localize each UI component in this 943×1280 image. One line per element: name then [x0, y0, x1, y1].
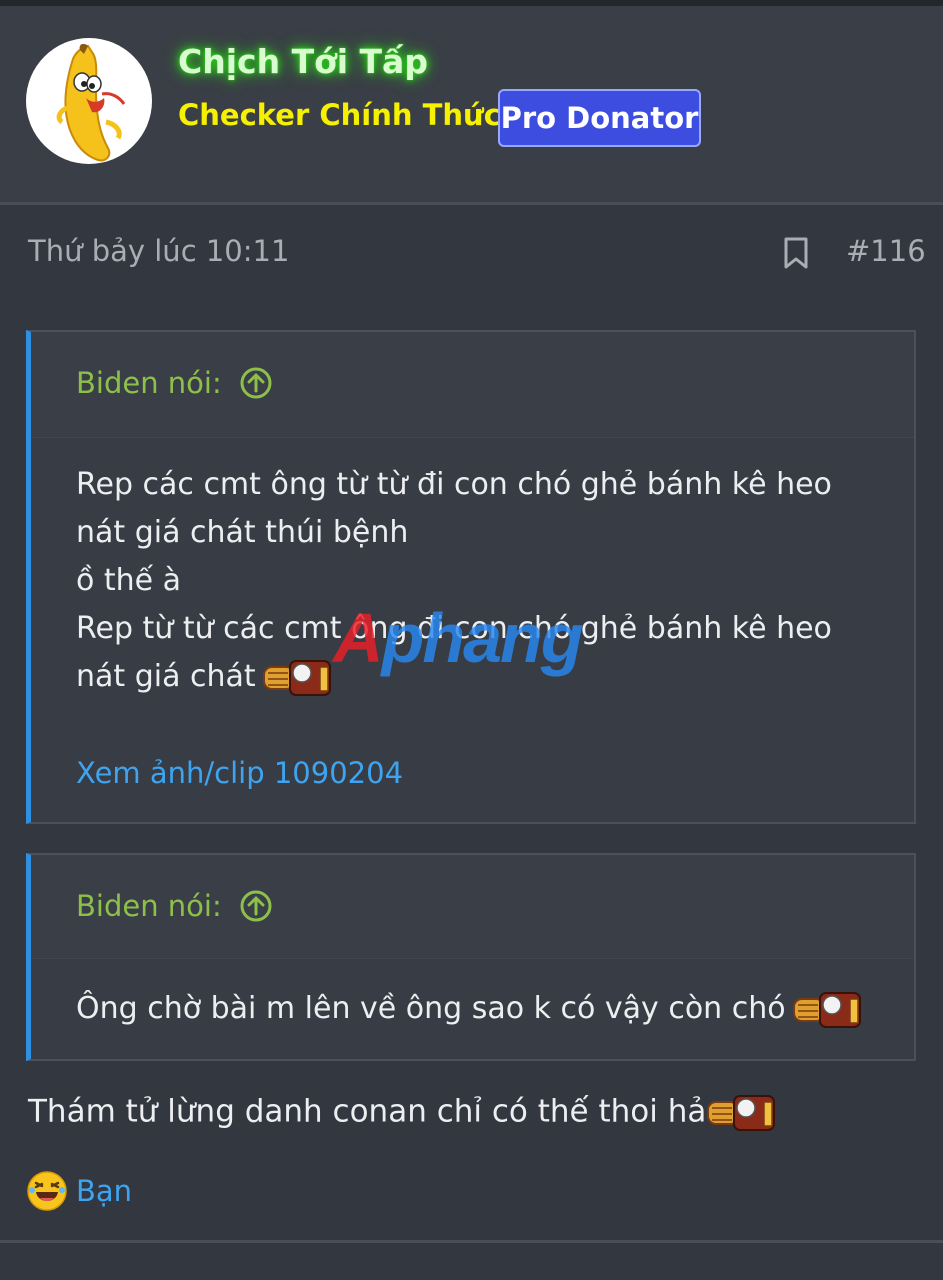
post-number[interactable]: #116	[846, 234, 926, 268]
quote-header: Biden nói:	[31, 332, 914, 438]
arrow-up-circle-icon[interactable]	[239, 889, 273, 923]
arrow-up-circle-icon[interactable]	[239, 366, 273, 400]
user-title: Checker Chính Thức	[178, 98, 501, 132]
post-text: Thám tử lừng danh conan chỉ có thế thoi …	[28, 1093, 707, 1130]
quote-author[interactable]: Biden nói:	[76, 366, 222, 400]
post-divider	[0, 1240, 943, 1243]
quote-header: Biden nói:	[31, 855, 914, 959]
reaction-summary[interactable]: Bạn	[26, 1168, 132, 1214]
quote-content: Rep các cmt ông từ từ đi con chó ghẻ bán…	[76, 461, 874, 701]
user-header: Chịch Tới Tấp Checker Chính Thức Pro Don…	[0, 6, 943, 202]
quote-line: ồ thế à	[76, 563, 182, 598]
quote-line: Rep các cmt ông từ từ đi con chó ghẻ bán…	[76, 467, 832, 502]
laughing-emoji-icon	[27, 1171, 67, 1211]
username[interactable]: Chịch Tới Tấp	[178, 42, 428, 81]
quote-line: nát giá chát thúi bệnh	[76, 515, 409, 550]
quote-line: Rep từ từ các cmt ông đi con chó ghẻ bán…	[76, 611, 832, 646]
quote-line-with-emoji: Ông chờ bài m lên về ông sao k có vậy cò…	[76, 985, 874, 1033]
view-media-link[interactable]: Xem ảnh/clip 1090204	[76, 756, 403, 790]
user-avatar[interactable]	[26, 38, 152, 164]
quote-line-with-emoji: nát giá chát	[76, 653, 874, 701]
quote-block: Biden nói: Rep các cmt ông từ từ đi con …	[26, 330, 916, 824]
bookmark-icon[interactable]	[783, 236, 809, 270]
post-body: Thám tử lừng danh conan chỉ có thế thoi …	[28, 1090, 780, 1136]
quote-block: Biden nói: Ông chờ bài m lên về ông sao …	[26, 853, 916, 1061]
sticker-emoji-icon	[792, 987, 866, 1033]
banana-avatar-icon	[56, 43, 126, 162]
quote-author[interactable]: Biden nói:	[76, 889, 222, 923]
post-timestamp[interactable]: Thứ bảy lúc 10:11	[28, 234, 289, 268]
sticker-emoji-icon	[262, 655, 336, 701]
quote-line: nát giá chát	[76, 659, 256, 694]
header-divider	[0, 202, 943, 205]
quote-content: Ông chờ bài m lên về ông sao k có vậy cò…	[76, 985, 874, 1033]
sticker-emoji-icon	[706, 1090, 780, 1136]
pro-donator-badge: Pro Donator	[498, 89, 701, 147]
quote-line: Ông chờ bài m lên về ông sao k có vậy cò…	[76, 991, 786, 1026]
reaction-user-label[interactable]: Bạn	[76, 1174, 132, 1208]
